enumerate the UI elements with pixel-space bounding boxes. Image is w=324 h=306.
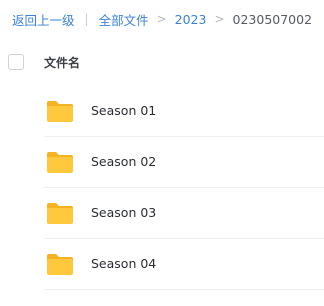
folder-icon [47,254,73,275]
breadcrumb-item-2023[interactable]: 2023 [175,12,207,27]
column-header-filename[interactable]: 文件名 [44,54,80,71]
row-divider [44,289,324,290]
breadcrumb-item-all-files[interactable]: 全部文件 [99,10,149,29]
list-item[interactable]: Season 03 [0,188,324,239]
select-all-checkbox[interactable] [8,54,24,70]
folder-icon [47,101,73,122]
breadcrumb-separator: > [214,12,225,26]
folder-icon [47,152,73,173]
file-name[interactable]: Season 03 [91,205,156,220]
file-name[interactable]: Season 01 [91,103,156,118]
list-item[interactable]: Season 01 [0,86,324,137]
breadcrumb-divider: | [84,12,89,26]
breadcrumb-separator: > [156,12,167,26]
list-item[interactable]: Season 02 [0,137,324,188]
file-name[interactable]: Season 04 [91,256,156,271]
breadcrumb: 返回上一级 | 全部文件 > 2023 > 0230507002 [12,10,312,28]
list-item[interactable]: Season 04 [0,239,324,290]
file-list: Season 01 Season 02 Season 03 Season 04 [0,86,324,290]
folder-icon [47,203,73,224]
back-link[interactable]: 返回上一级 [12,10,75,29]
table-header: 文件名 [0,44,324,80]
file-name[interactable]: Season 02 [91,154,156,169]
breadcrumb-current: 0230507002 [232,11,313,27]
